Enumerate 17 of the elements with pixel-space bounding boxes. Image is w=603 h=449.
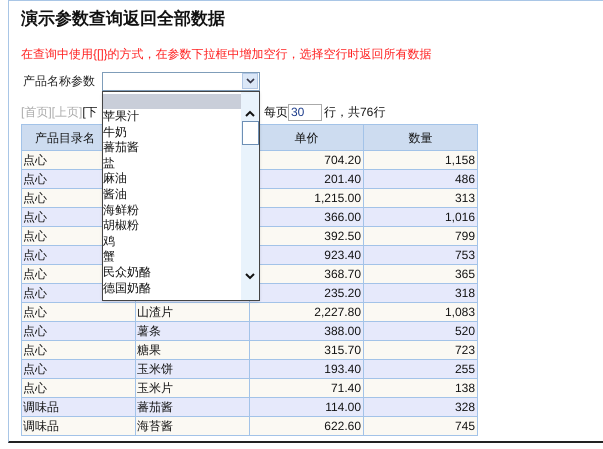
dropdown-option[interactable]: 苹果汁 — [103, 109, 241, 125]
per-page-label: 每页 — [264, 104, 288, 121]
page-title: 演示参数查询返回全部数据 — [21, 8, 225, 30]
scrollbar[interactable] — [241, 92, 259, 300]
param-label: 产品名称参数 — [23, 73, 96, 90]
table-cell: 745 — [364, 416, 478, 436]
table-cell: 调味品 — [22, 416, 136, 436]
pager-link[interactable]: [下 — [82, 103, 98, 121]
per-page-input[interactable]: 30 — [288, 104, 322, 120]
hint-text: 在查询中使用{[]}的方式，在参数下拉框中增加空行，选择空行时返回所有数据 — [21, 47, 432, 61]
scroll-thumb[interactable] — [242, 120, 258, 144]
scroll-up-icon[interactable] — [245, 110, 255, 116]
scroll-down-icon[interactable] — [245, 272, 255, 280]
total-rows-text: 行，共76行 — [324, 104, 386, 121]
table-cell: 海苔酱 — [136, 416, 250, 436]
column-header: 数量 — [364, 124, 478, 150]
table-cell: 622.60 — [250, 416, 364, 436]
